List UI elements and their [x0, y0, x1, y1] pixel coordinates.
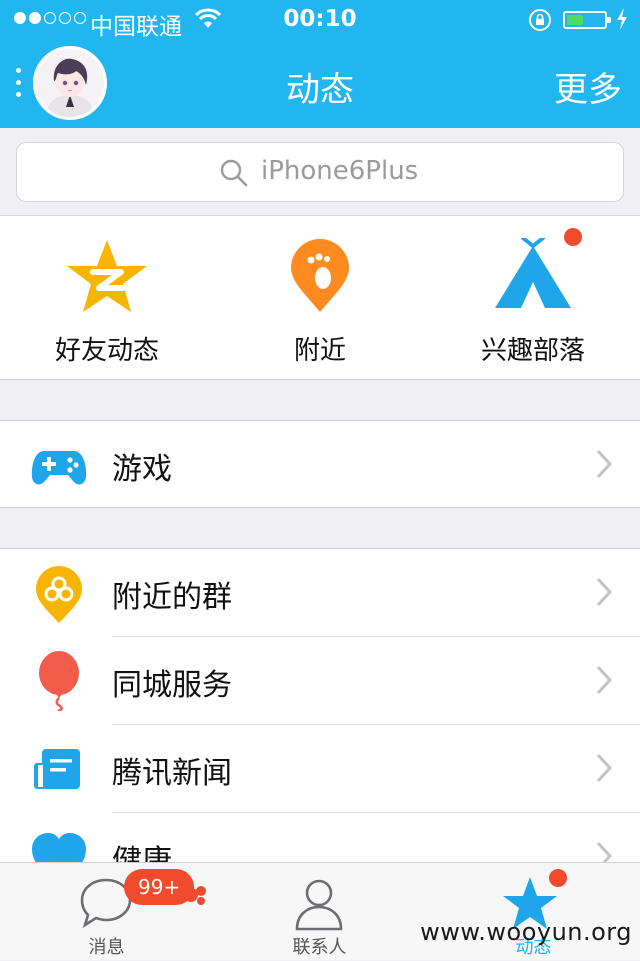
tab-label: 联系人	[292, 937, 347, 958]
menu-item-city-services[interactable]: 同城服务	[0, 637, 640, 725]
balloon-icon	[39, 651, 79, 711]
chevron-right-icon	[596, 665, 612, 695]
menu-item-label: 同城服务	[112, 668, 232, 703]
new-indicator-dot	[549, 869, 567, 887]
footprint-pin-icon	[291, 239, 349, 312]
group-pin-icon	[36, 566, 82, 623]
search-placeholder: iPhone6Plus	[261, 156, 419, 186]
watermark: www.wooyun.org	[420, 918, 632, 946]
quick-entries: 好友动态 附近 兴趣部落	[0, 216, 640, 380]
search-icon	[220, 159, 248, 187]
menu-item-label: 游戏	[112, 452, 172, 487]
menu-item-games[interactable]: 游戏	[0, 421, 640, 509]
search-input[interactable]: iPhone6Plus	[16, 142, 624, 202]
more-button[interactable]: 更多	[554, 62, 622, 111]
contacts-icon	[295, 879, 343, 931]
badge-tail-icon	[184, 886, 206, 905]
gamepad-icon	[31, 451, 87, 485]
tent-icon	[495, 236, 571, 308]
status-bar: 中国联通 00:10	[0, 0, 640, 40]
tab-messages[interactable]: 99+ 消息	[0, 863, 213, 961]
nav-bar: 动态 更多	[0, 40, 640, 128]
qzone-star-icon	[67, 240, 147, 312]
tab-feed[interactable]: 动态	[427, 863, 640, 961]
charging-bolt-icon	[617, 8, 627, 30]
search-area: iPhone6Plus	[0, 128, 640, 216]
menu-item-label: 腾讯新闻	[112, 756, 232, 791]
quick-entry-interest-tribe[interactable]: 兴趣部落	[426, 216, 640, 380]
chevron-right-icon	[596, 577, 612, 607]
tab-label: 消息	[88, 937, 125, 958]
quick-entry-friend-feed[interactable]: 好友动态	[0, 216, 214, 380]
quick-entry-label: 好友动态	[54, 336, 159, 366]
tab-contacts[interactable]: 联系人	[213, 863, 426, 961]
rotation-lock-icon	[529, 9, 551, 31]
menu-group-services: 附近的群 同城服务 腾讯新闻	[0, 548, 640, 885]
battery-icon	[563, 11, 611, 29]
quick-entry-nearby[interactable]: 附近	[213, 216, 427, 380]
new-indicator-dot	[564, 228, 582, 246]
newspaper-icon	[34, 749, 80, 789]
quick-entry-label: 兴趣部落	[480, 336, 585, 366]
menu-group-games: 游戏	[0, 420, 640, 508]
menu-item-nearby-groups[interactable]: 附近的群	[0, 549, 640, 637]
chevron-right-icon	[596, 449, 612, 479]
menu-item-label: 附近的群	[112, 580, 232, 615]
menu-item-tencent-news[interactable]: 腾讯新闻	[0, 725, 640, 813]
chevron-right-icon	[596, 753, 612, 783]
page-title: 动态	[286, 70, 354, 110]
quick-entry-label: 附近	[293, 336, 346, 366]
